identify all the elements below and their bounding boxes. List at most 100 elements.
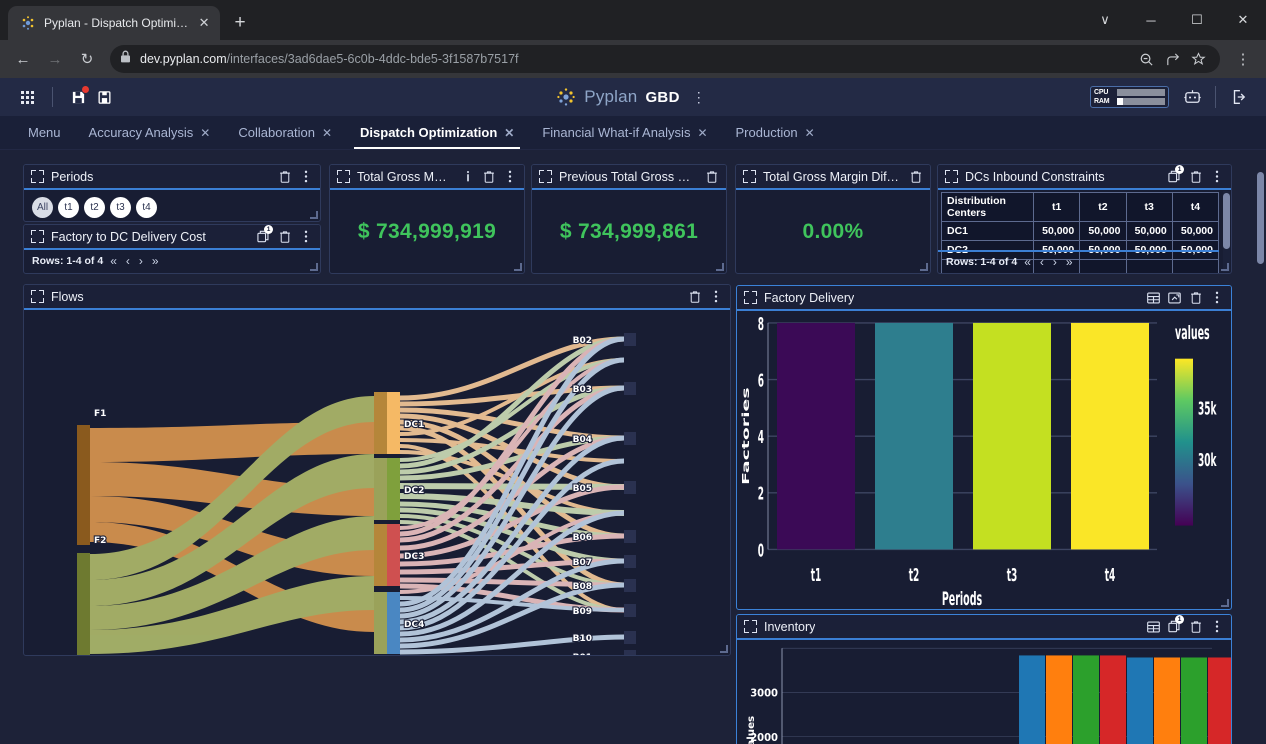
window-minimize-button[interactable]: ─ [1128,0,1174,40]
chat-bot-icon[interactable] [1179,84,1205,110]
logout-icon[interactable] [1226,84,1252,110]
bar-t4-dc1[interactable] [1127,657,1153,744]
bar-t4-dc3[interactable] [1181,657,1207,744]
copy-badge-icon[interactable]: 1 [1166,165,1184,185]
model-kebab-icon[interactable]: ⋮ [688,90,710,104]
resize-handle[interactable] [310,263,318,271]
cell[interactable]: 50,000 [1079,221,1127,241]
bar-t4[interactable] [1071,322,1149,550]
period-chip-t2[interactable]: t2 [84,197,105,218]
expand-icon[interactable] [337,170,350,183]
expand-icon[interactable] [31,290,44,303]
forward-button[interactable]: → [40,44,70,74]
pager-last-button[interactable]: » [150,254,161,268]
cell[interactable]: 50,000 [1032,221,1081,241]
inventory-chart[interactable]: 30002000 10000 t1t2t3t4 Periods values [737,640,1231,744]
resize-handle[interactable] [720,645,728,653]
expand-icon[interactable] [31,230,44,243]
factory-delivery-chart[interactable]: 8 6 4 2 0 t1 t2 t3 t4 Periods Factories values… [737,311,1231,609]
new-tab-button[interactable]: + [226,9,254,37]
info-icon[interactable] [459,168,476,185]
bar-t3-dc1[interactable] [1019,655,1045,744]
resize-handle[interactable] [310,211,318,219]
tab-close-icon[interactable]: ✕ [697,126,707,140]
sankey-node-dc1[interactable] [387,392,400,454]
sankey-node-b09[interactable] [624,604,636,617]
tab-close-icon[interactable]: ✕ [322,126,332,140]
cell[interactable]: 50,000 [1125,221,1173,241]
trash-icon[interactable] [276,228,293,245]
tab-production[interactable]: Production ✕ [722,116,829,149]
cell[interactable]: 50,000 [1171,221,1219,241]
table-row[interactable]: DC1 50,000 50,000 50,000 50,000 [941,221,1219,241]
save-icon[interactable] [65,84,91,110]
sankey-diagram[interactable]: F1 F2 DC1 DC2 DC3 DC4 B02 B03 B04 B05 B0… [24,310,730,655]
resize-handle[interactable] [514,263,522,271]
bar-t2[interactable] [875,322,953,550]
pager-next-button[interactable]: › [1051,255,1059,269]
panel-previous-total-gross-margin[interactable]: Previous Total Gross Mar… $ 734,999,861 [531,164,727,274]
pager-prev-button[interactable]: ‹ [124,254,132,268]
bar-t3[interactable] [973,322,1051,550]
panel-total-gross-margin-difference[interactable]: Total Gross Margin Differ… 0.00% [735,164,931,274]
sankey-node-b10[interactable] [624,631,636,644]
expand-icon[interactable] [743,170,756,183]
dashboard-scrollbar[interactable] [1255,150,1266,667]
window-chevron-down-icon[interactable]: ∨ [1082,0,1128,40]
panel-dcs-inbound-constraints[interactable]: DCs Inbound Constraints 1 Distribution C… [937,164,1232,274]
expand-icon[interactable] [31,170,44,183]
tab-close-icon[interactable]: ✕ [805,126,815,140]
kebab-icon[interactable] [297,228,314,245]
sankey-node-b07[interactable] [624,555,636,568]
zoom-out-icon[interactable] [1134,47,1158,71]
pager-last-button[interactable]: » [1064,255,1075,269]
copy-badge-icon[interactable]: 1 [255,225,273,245]
copy-badge-icon[interactable]: 1 [1166,615,1184,635]
trash-icon[interactable] [276,168,293,185]
bar-t4-dc4[interactable] [1208,657,1231,744]
sankey-node-f1[interactable] [77,425,90,545]
sankey-node-b05[interactable] [624,481,636,494]
kebab-icon[interactable] [297,168,314,185]
bar-t3-dc2[interactable] [1046,655,1072,744]
sankey-node-dc3[interactable] [387,524,400,586]
sankey-node-b03[interactable] [624,382,636,395]
browser-tab[interactable]: Pyplan - Dispatch Optimization ✕ [8,6,220,40]
tab-financial-what-if-analysis[interactable]: Financial What-if Analysis ✕ [528,116,721,149]
browser-menu-button[interactable]: ⋮ [1228,44,1258,74]
period-chip-t1[interactable]: t1 [58,197,79,218]
apps-grid-icon[interactable] [14,84,40,110]
window-maximize-button[interactable]: ☐ [1174,0,1220,40]
trash-icon[interactable] [703,168,720,185]
sankey-node-b01[interactable] [624,650,636,655]
kebab-icon[interactable] [707,288,724,305]
back-button[interactable]: ← [8,44,38,74]
resize-handle[interactable] [1221,599,1229,607]
sankey-node-f2[interactable] [77,553,90,655]
tab-accuracy-analysis[interactable]: Accuracy Analysis ✕ [75,116,225,149]
panel-periods[interactable]: Periods All t1 t2 t3 t4 [23,164,321,222]
kebab-icon[interactable] [1208,289,1225,306]
expand-icon[interactable] [539,170,552,183]
sankey-node-dc2[interactable] [387,458,400,520]
trash-icon[interactable] [480,168,497,185]
resize-handle[interactable] [1221,263,1229,271]
resize-handle[interactable] [716,263,724,271]
share-icon[interactable] [1160,47,1184,71]
expand-icon[interactable] [744,620,757,633]
period-chip-t3[interactable]: t3 [110,197,131,218]
panel-factory-to-dc-delivery-cost[interactable]: Factory to DC Delivery Cost 1 Rows: 1-4 … [23,224,321,274]
sankey-node-b04[interactable] [624,432,636,445]
panel-flows[interactable]: Flows F1 F2 DC1 DC2 DC3 DC4 B02 B03 B04 … [23,284,731,656]
bar-t1[interactable] [777,322,855,550]
table-view-icon[interactable] [1145,289,1162,306]
pager-next-button[interactable]: › [137,254,145,268]
browser-tab-close-icon[interactable]: ✕ [196,14,212,32]
tab-dispatch-optimization[interactable]: Dispatch Optimization ✕ [346,116,528,149]
expand-icon[interactable] [945,170,958,183]
kebab-icon[interactable] [1208,168,1225,185]
table-vertical-scrollbar[interactable] [1223,191,1230,272]
bar-t3-dc3[interactable] [1073,655,1099,744]
trash-icon[interactable] [1187,168,1204,185]
reload-button[interactable]: ↻ [72,44,102,74]
